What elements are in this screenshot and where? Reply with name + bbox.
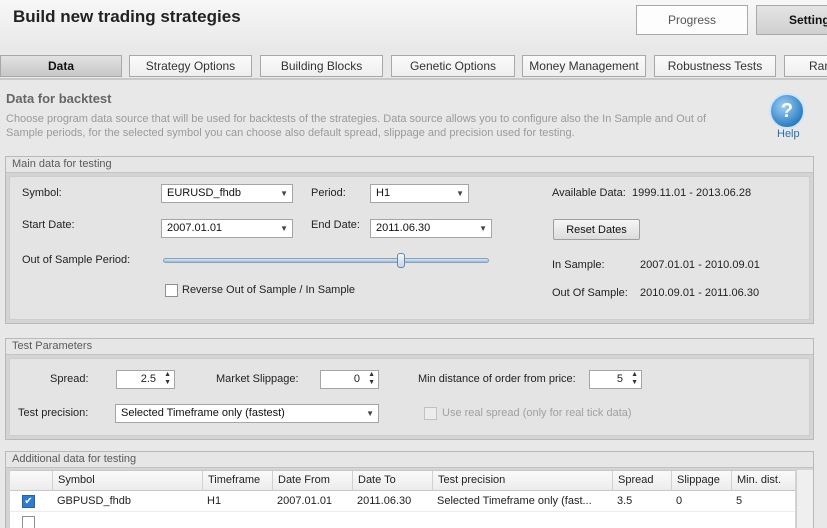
- real-spread-checkbox[interactable]: [424, 407, 437, 420]
- table-scrollbar[interactable]: [796, 470, 813, 528]
- additional-data-table: Symbol Timeframe Date From Date To Test …: [10, 470, 795, 528]
- app-title: Build new trading strategies: [13, 7, 241, 26]
- table-header: Symbol Timeframe Date From Date To Test …: [10, 471, 795, 491]
- cell-symbol: GBPUSD_fhdb: [57, 495, 131, 507]
- end-date-label: End Date:: [311, 219, 360, 231]
- tab-money-management[interactable]: Money Management: [522, 55, 646, 77]
- column-header-date-from[interactable]: Date From: [272, 471, 352, 491]
- tab-data[interactable]: Data: [0, 55, 122, 77]
- period-label: Period:: [311, 187, 346, 199]
- column-header-min-dist[interactable]: Min. dist.: [731, 471, 791, 491]
- min-distance-value: 5: [616, 373, 623, 385]
- progress-button[interactable]: Progress: [636, 5, 748, 35]
- slippage-value: 0: [353, 373, 360, 385]
- cell-date-to: 2011.06.30: [357, 495, 412, 507]
- reverse-checkbox[interactable]: [165, 284, 178, 297]
- slippage-label: Market Slippage:: [216, 373, 299, 385]
- additional-data-panel: Additional data for testing Symbol Timef…: [5, 451, 814, 528]
- settings-tabs: Data Strategy Options Building Blocks Ge…: [0, 55, 827, 77]
- period-select[interactable]: H1 ▼: [370, 184, 469, 203]
- tab-ranking[interactable]: Ranki: [784, 55, 827, 77]
- spread-label: Spread:: [50, 373, 89, 385]
- table-row[interactable]: ✔ GBPUSD_fhdb H1 2007.01.01 2011.06.30 S…: [10, 492, 795, 512]
- chevron-down-icon: ▼: [366, 409, 374, 418]
- main-data-panel: Main data for testing Symbol: EURUSD_fhd…: [5, 156, 814, 324]
- cell-min-dist: 5: [736, 495, 743, 507]
- test-parameters-panel: Test Parameters Spread: 2.5 ▲ ▼ Market Sl…: [5, 338, 814, 440]
- available-data-label: Available Data:: [552, 187, 626, 199]
- min-distance-label: Min distance of order from price:: [418, 373, 576, 385]
- oos-slider-handle[interactable]: [396, 253, 405, 268]
- column-header-slippage[interactable]: Slippage: [671, 471, 731, 491]
- chevron-down-icon: ▼: [280, 189, 288, 198]
- spinner-arrows-icon[interactable]: ▲ ▼: [631, 371, 638, 387]
- panel-title: Additional data for testing: [6, 452, 813, 468]
- chevron-down-icon: ▼: [280, 224, 288, 233]
- column-header-date-to[interactable]: Date To: [352, 471, 432, 491]
- chevron-down-icon: ▼: [479, 224, 487, 233]
- oos-slider-track[interactable]: [163, 258, 489, 263]
- spread-stepper[interactable]: 2.5 ▲ ▼: [116, 370, 175, 389]
- help-link[interactable]: Help: [777, 128, 800, 140]
- out-sample-label: Out Of Sample:: [552, 287, 628, 299]
- slippage-stepper[interactable]: 0 ▲ ▼: [320, 370, 379, 389]
- cell-test-precision: Selected Timeframe only (fast...: [437, 495, 592, 507]
- end-date-value: 2011.06.30: [376, 222, 431, 234]
- symbol-select[interactable]: EURUSD_fhdb ▼: [161, 184, 293, 203]
- min-distance-stepper[interactable]: 5 ▲ ▼: [589, 370, 642, 389]
- test-precision-label: Test precision:: [18, 407, 89, 419]
- in-sample-label: In Sample:: [552, 259, 605, 271]
- column-header-symbol[interactable]: Symbol: [52, 471, 202, 491]
- test-precision-select[interactable]: Selected Timeframe only (fastest) ▼: [115, 404, 379, 423]
- tab-genetic-options[interactable]: Genetic Options: [391, 55, 515, 77]
- chevron-down-icon: ▼: [456, 189, 464, 198]
- start-date-picker[interactable]: 2007.01.01 ▼: [161, 219, 293, 238]
- tab-divider: [0, 78, 827, 80]
- help-icon[interactable]: ?: [769, 93, 805, 129]
- cell-slippage: 0: [676, 495, 683, 507]
- tab-robustness-tests[interactable]: Robustness Tests: [654, 55, 776, 77]
- spinner-arrows-icon[interactable]: ▲ ▼: [368, 371, 375, 387]
- reset-dates-button[interactable]: Reset Dates: [553, 219, 640, 240]
- cell-timeframe: H1: [207, 495, 222, 507]
- spinner-arrows-icon[interactable]: ▲ ▼: [164, 371, 171, 387]
- column-header-timeframe[interactable]: Timeframe: [202, 471, 272, 491]
- panel-title: Test Parameters: [6, 339, 813, 355]
- out-sample-value: 2010.09.01 - 2011.06.30: [640, 287, 760, 299]
- cell-spread: 3.5: [617, 495, 633, 507]
- spread-value: 2.5: [140, 373, 156, 385]
- period-value: H1: [376, 187, 391, 199]
- column-header-spread[interactable]: Spread: [612, 471, 671, 491]
- row-checkbox[interactable]: ✔: [22, 495, 35, 508]
- panel-title: Main data for testing: [6, 157, 813, 173]
- settings-button[interactable]: Settings: [756, 5, 827, 35]
- oos-period-label: Out of Sample Period:: [22, 254, 131, 266]
- tab-strategy-options[interactable]: Strategy Options: [129, 55, 252, 77]
- table-row[interactable]: [10, 513, 795, 528]
- in-sample-value: 2007.01.01 - 2010.09.01: [640, 259, 760, 271]
- section-description: Choose program data source that will be …: [6, 113, 707, 139]
- real-spread-label: Use real spread (only for real tick data…: [442, 407, 632, 419]
- symbol-label: Symbol:: [22, 187, 62, 199]
- column-header-test-precision[interactable]: Test precision: [432, 471, 612, 491]
- cell-date-from: 2007.01.01: [277, 495, 333, 507]
- row-checkbox[interactable]: [22, 516, 35, 528]
- end-date-picker[interactable]: 2011.06.30 ▼: [370, 219, 492, 238]
- symbol-value: EURUSD_fhdb: [167, 187, 241, 199]
- reverse-label: Reverse Out of Sample / In Sample: [182, 284, 356, 296]
- available-data-value: 1999.11.01 - 2013.06.28: [632, 187, 752, 199]
- title-bar: Build new trading strategies Progress Se…: [0, 0, 827, 47]
- column-header-select: [10, 471, 52, 491]
- start-date-label: Start Date:: [22, 219, 75, 231]
- tab-building-blocks[interactable]: Building Blocks: [260, 55, 383, 77]
- start-date-value: 2007.01.01: [167, 222, 223, 234]
- test-precision-value: Selected Timeframe only (fastest): [121, 407, 285, 419]
- section-title: Data for backtest: [6, 91, 112, 106]
